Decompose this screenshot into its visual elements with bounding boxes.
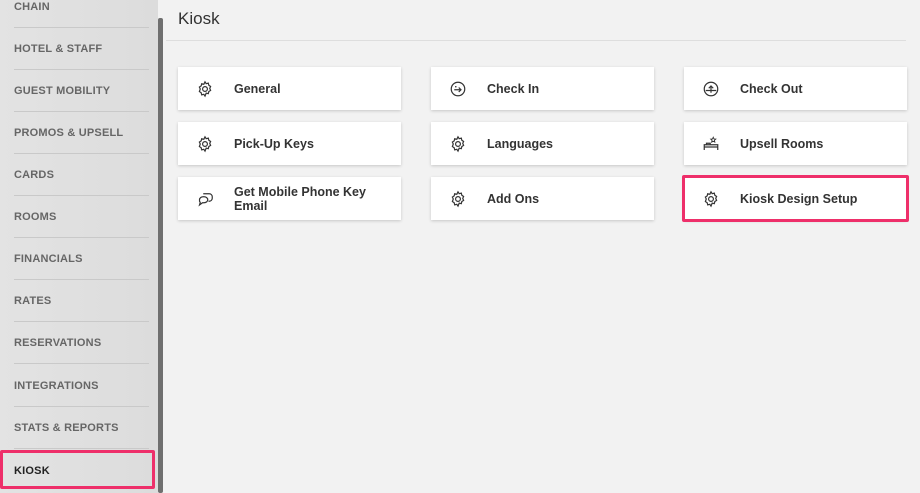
tile-check-out[interactable]: Check Out — [684, 67, 907, 110]
sidebar-item-chain[interactable]: CHAIN — [0, 0, 149, 28]
sidebar-item-label: RESERVATIONS — [14, 337, 102, 349]
tile-upsell-rooms[interactable]: Upsell Rooms — [684, 122, 907, 165]
tile-label: Pick-Up Keys — [234, 136, 314, 151]
sidebar-item-label: CARDS — [14, 169, 55, 181]
check-out-icon — [701, 79, 721, 99]
tile-label: Check Out — [740, 81, 803, 96]
sidebar-item-rooms[interactable]: ROOMS — [0, 196, 149, 238]
sidebar-item-financials[interactable]: FINANCIALS — [0, 238, 149, 280]
sidebar-item-label: INTEGRATIONS — [14, 380, 99, 392]
gear-icon — [448, 134, 468, 154]
tile-languages[interactable]: Languages — [431, 122, 654, 165]
gear-icon — [195, 134, 215, 154]
sidebar-item-label: PROMOS & UPSELL — [14, 127, 124, 139]
sidebar-item-label: GUEST MOBILITY — [14, 85, 111, 97]
sidebar-item-label: CHAIN — [14, 1, 50, 13]
gear-icon — [195, 79, 215, 99]
sidebar-item-cards[interactable]: CARDS — [0, 154, 149, 196]
sidebar-item-label: FINANCIALS — [14, 253, 83, 265]
sidebar-item-label: STATS & REPORTS — [14, 422, 119, 434]
tile-label: Languages — [487, 136, 553, 151]
tile-label: Upsell Rooms — [740, 136, 824, 151]
sidebar-item-rates[interactable]: RATES — [0, 280, 149, 322]
sidebar-item-stats-reports[interactable]: STATS & REPORTS — [0, 407, 149, 449]
highlight-box-kiosk-design-setup — [682, 175, 909, 222]
tile-general[interactable]: General — [178, 67, 401, 110]
sidebar-item-guest-mobility[interactable]: GUEST MOBILITY — [0, 70, 149, 112]
sidebar-item-label: HOTEL & STAFF — [14, 43, 103, 55]
tile-label: Add Ons — [487, 191, 540, 206]
sidebar-item-label: ROOMS — [14, 211, 57, 223]
tile-check-in[interactable]: Check In — [431, 67, 654, 110]
sidebar-item-reservations[interactable]: RESERVATIONS — [0, 322, 149, 364]
sidebar-item-hotel-staff[interactable]: HOTEL & STAFF — [0, 28, 149, 70]
tile-add-ons[interactable]: Add Ons — [431, 177, 654, 220]
page-title: Kiosk — [178, 9, 220, 28]
sidebar: CHAIN HOTEL & STAFF GUEST MOBILITY PROMO… — [0, 0, 158, 493]
highlight-box-kiosk-nav — [0, 450, 155, 489]
tile-get-mobile-phone-key-email[interactable]: Get Mobile Phone Key Email — [178, 177, 401, 220]
chat-bubbles-icon — [195, 189, 215, 209]
gear-icon — [448, 189, 468, 209]
tile-label: Get Mobile Phone Key Email — [234, 184, 366, 213]
title-divider — [166, 40, 906, 41]
sidebar-item-integrations[interactable]: INTEGRATIONS — [0, 365, 149, 407]
upsell-bed-icon — [701, 134, 721, 154]
tile-label: General — [234, 81, 281, 96]
check-in-icon — [448, 79, 468, 99]
tile-pick-up-keys[interactable]: Pick-Up Keys — [178, 122, 401, 165]
sidebar-item-label: RATES — [14, 295, 52, 307]
tile-label: Check In — [487, 81, 540, 96]
sidebar-item-promos-upsell[interactable]: PROMOS & UPSELL — [0, 112, 149, 154]
sidebar-scrollbar[interactable] — [158, 18, 163, 493]
